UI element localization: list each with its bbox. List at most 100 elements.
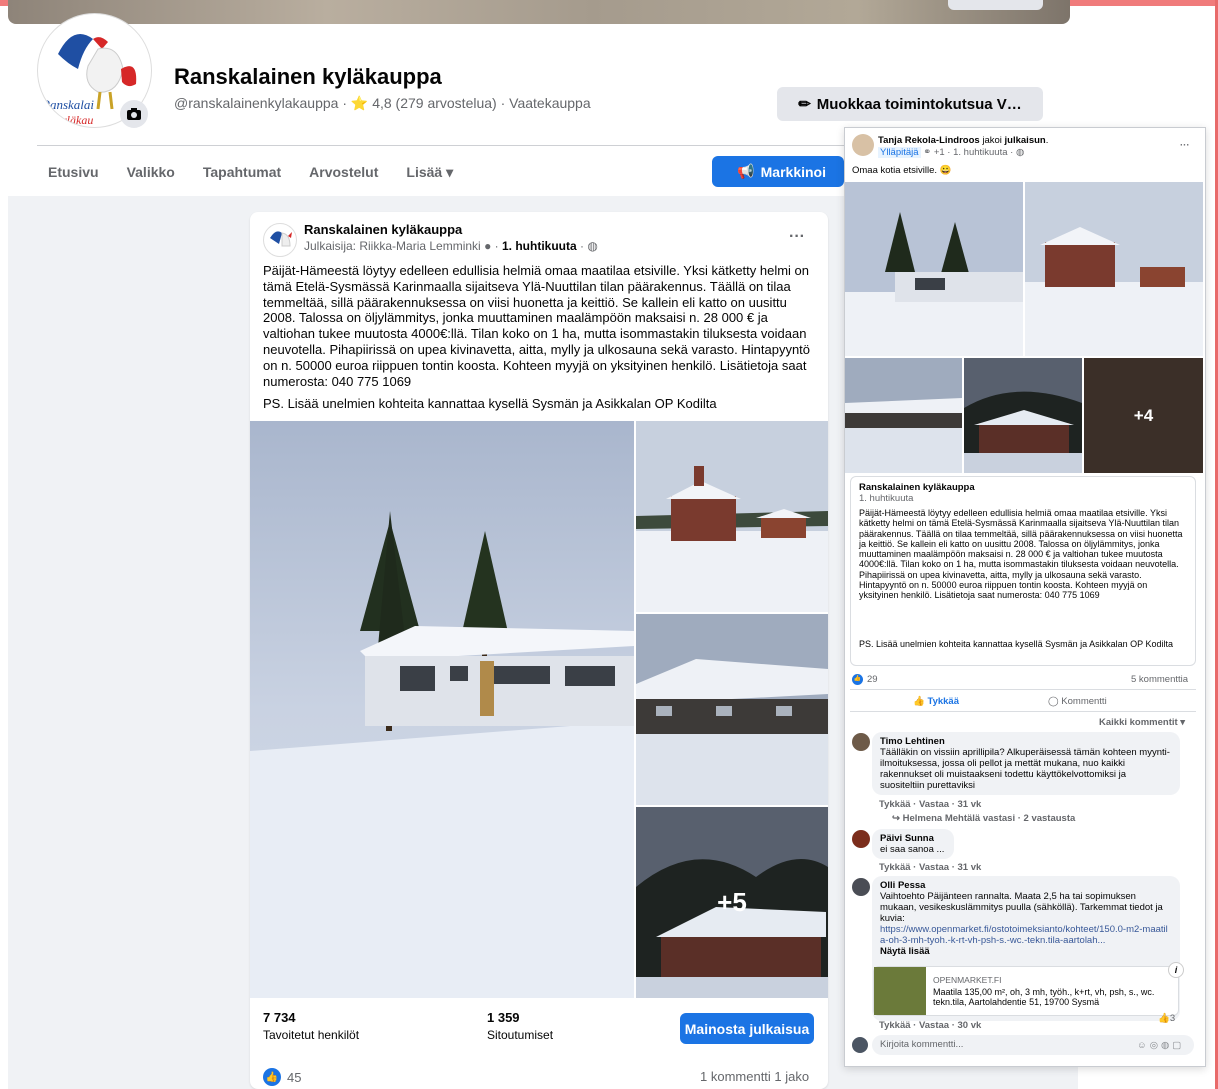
share-action: jakoi (982, 135, 1002, 146)
post-comments-shares[interactable]: 1 kommentti 1 jako (700, 1069, 809, 1084)
group-icon: ⚭ (923, 147, 932, 158)
my-avatar (852, 1037, 868, 1053)
edit-cover-button[interactable] (948, 0, 1043, 10)
view-replies-link[interactable]: ↪ Helmena Mehtälä vastasi · 2 vastausta (892, 813, 1075, 824)
globe-icon: ◍ (587, 239, 598, 253)
commenter-name[interactable]: Timo Lehtinen (880, 736, 945, 747)
globe-icon: ◍ (1015, 147, 1025, 158)
tab-arvostelut[interactable]: Arvostelut (309, 164, 378, 181)
tab-tapahtumat[interactable]: Tapahtumat (203, 164, 281, 181)
comment-bubble: Päivi Sunna ei saa sanoa ... (872, 829, 954, 859)
post-author-name[interactable]: Ranskalainen kyläkauppa (304, 222, 462, 237)
share-date[interactable]: 1. huhtikuuta (953, 147, 1007, 158)
share-likes[interactable]: 👍 29 (852, 674, 878, 685)
page-title[interactable]: Ranskalainen kyläkauppa (174, 64, 442, 90)
share-photo-5[interactable]: +4 (1084, 358, 1203, 473)
cover-photo[interactable] (8, 0, 1070, 24)
share-sub: Ylläpitäjä ⚭ +1 · 1. huhtikuuta · ◍ (878, 147, 1025, 158)
share-divider (850, 689, 1196, 690)
comment-actions[interactable]: Tykkää · Vastaa · 31 vk (879, 799, 981, 810)
share-photo-1[interactable] (845, 182, 1023, 356)
comment-actions[interactable]: Tykkää · Vastaa · 31 vk (879, 862, 981, 873)
promote-post-button[interactable]: Mainosta julkaisua (680, 1013, 814, 1044)
tab-valikko[interactable]: Valikko (127, 164, 175, 181)
link-preview-title: Maatila 135,00 m², oh, 3 mh, työh., k+rt… (933, 987, 1155, 1007)
commenter-name[interactable]: Päivi Sunna (880, 833, 934, 844)
comment-bubble: Timo Lehtinen Täälläkin on vissiin april… (872, 732, 1180, 795)
link-preview-site: OPENMARKET.FI (933, 975, 1002, 985)
comment-link[interactable]: https://www.openmarket.fi/ostotoimeksian… (880, 924, 1168, 946)
post-like-count: 45 (287, 1069, 302, 1085)
comment-reactions[interactable]: 👍3 (1158, 1013, 1175, 1024)
commenter-avatar[interactable] (852, 878, 870, 896)
thumbs-up-icon: 👍 (913, 696, 925, 707)
link-preview-image (874, 967, 926, 1015)
commenter-name[interactable]: Olli Pessa (880, 880, 925, 891)
commenter-avatar[interactable] (852, 733, 870, 751)
page-meta: @ranskalainenkylakauppa · ⭐ 4,8 (279 arv… (174, 95, 591, 111)
info-icon[interactable]: i (1168, 962, 1184, 978)
post-subtitle: Julkaisija: Riikka-Maria Lemminki ● · 1.… (304, 239, 598, 253)
share-comment-count[interactable]: 5 kommenttia (1131, 674, 1188, 685)
edit-cta-button[interactable]: ✏ Muokkaa toimintokutsua V… (777, 87, 1043, 121)
page-tabs: Etusivu Valikko Tapahtumat Arvostelut Li… (48, 164, 453, 181)
see-more-link[interactable]: Näytä lisää (880, 946, 930, 957)
comment-text: Täälläkin on vissiin aprillipila? Alkupe… (880, 747, 1170, 791)
post-text: Päijät-Hämeestä löytyy edelleen edullisi… (263, 263, 811, 389)
share-like-count: 29 (867, 674, 878, 685)
share-more-photos[interactable]: +4 (1084, 358, 1203, 473)
original-post-text: Päijät-Hämeestä löytyy edelleen edullisi… (859, 508, 1183, 601)
markkinoi-button[interactable]: 📢 Markkinoi (712, 156, 844, 187)
engagement-value: 1 359 (487, 1010, 520, 1025)
post-photo-3[interactable] (636, 614, 828, 805)
camera-icon[interactable] (120, 100, 148, 128)
share-divider-2 (850, 711, 1196, 712)
post-ps: PS. Lisää unelmien kohteita kannattaa ky… (263, 396, 717, 411)
more-photos-overlay[interactable]: +5 (636, 807, 828, 998)
markkinoi-label: Markkinoi (760, 163, 826, 180)
share-object[interactable]: julkaisun (1005, 135, 1046, 146)
sharer-avatar[interactable] (852, 134, 874, 156)
emoji-icons[interactable]: ☺◎◍▢ (1137, 1040, 1184, 1051)
post-more-button[interactable]: ··· (789, 228, 805, 246)
post-author-avatar[interactable] (263, 223, 297, 257)
comment-actions[interactable]: Tykkää · Vastaa · 30 vk (879, 1020, 981, 1031)
comment-text: Vaihtoehto Päijänteen rannalta. Maata 2,… (880, 891, 1163, 924)
original-post-ps: PS. Lisää unelmien kohteita kannattaa ky… (859, 639, 1174, 649)
tab-etusivu[interactable]: Etusivu (48, 164, 99, 181)
share-header: Tanja Rekola-Lindroos jakoi julkaisun. (878, 135, 1049, 146)
post-publisher: Julkaisija: Riikka-Maria Lemminki (304, 239, 481, 253)
comment-filter[interactable]: Kaikki kommentit ▾ (1099, 717, 1185, 728)
svg-text:Ranskalai: Ranskalai (41, 97, 94, 112)
svg-text:kyläkau: kyläkau (56, 113, 93, 127)
post-photo-main[interactable] (250, 421, 634, 998)
comment-icon: ◯ (1048, 696, 1059, 707)
share-like-button[interactable]: 👍 Tykkää (913, 696, 959, 707)
share-more-button[interactable]: ··· (1180, 140, 1190, 151)
engagement-label: Sitoutumiset (487, 1028, 554, 1042)
tab-lisaa[interactable]: Lisää ▾ (406, 164, 453, 181)
like-icon: 👍 (852, 674, 863, 685)
share-text: Omaa kotia etsiville. 😀 (852, 165, 952, 176)
share-photo-2[interactable] (1025, 182, 1203, 356)
share-photo-3[interactable] (845, 358, 962, 473)
pencil-icon: ✏ (798, 96, 811, 113)
commenter-avatar[interactable] (852, 830, 870, 848)
share-photo-4[interactable] (964, 358, 1082, 473)
post-photo-4[interactable]: +5 (636, 807, 828, 998)
info-icon: ● (484, 239, 492, 253)
share-comment-button[interactable]: ◯ Kommentti (1048, 696, 1107, 707)
post-date[interactable]: 1. huhtikuuta (502, 239, 577, 253)
sharer-name[interactable]: Tanja Rekola-Lindroos (878, 135, 980, 146)
post-likes[interactable]: 👍 45 (263, 1068, 301, 1086)
post-photo-2[interactable] (636, 421, 828, 612)
badge-extra: +1 (933, 147, 945, 158)
like-icon: 👍 (263, 1068, 281, 1086)
megaphone-icon: 📢 (737, 163, 755, 179)
admin-badge: Ylläpitäjä (878, 147, 921, 158)
original-post-date: 1. huhtikuuta (859, 493, 914, 504)
edit-cta-label: Muokkaa toimintokutsua V… (816, 95, 1022, 113)
original-post-name[interactable]: Ranskalainen kyläkauppa (859, 482, 975, 493)
reach-value: 7 734 (263, 1010, 296, 1025)
comment-text: ei saa sanoa ... (880, 844, 945, 855)
